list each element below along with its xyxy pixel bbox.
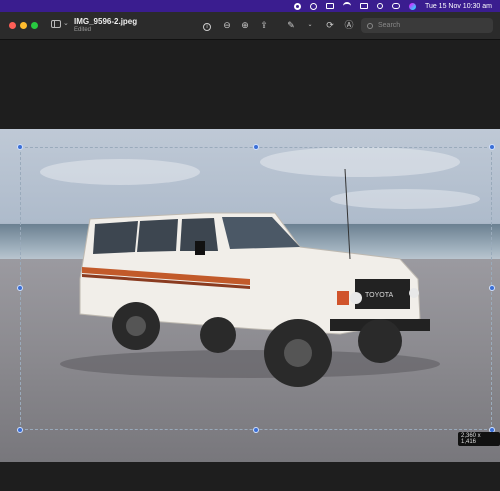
annotate-icon[interactable]: Ⓐ [344,20,354,30]
share-icon[interactable]: ⇪ [259,20,269,30]
minimize-button[interactable] [20,22,27,29]
document-title[interactable]: IMG_9596-2.jpeg [74,17,137,26]
markup-icon[interactable]: ✎ [286,20,296,30]
magnifier-icon [367,22,373,29]
selection-handle-bottom[interactable] [253,427,259,433]
control-center-icon[interactable] [391,0,400,12]
zoom-button[interactable] [31,22,38,29]
screen-record-icon[interactable] [293,0,301,12]
selection-dimensions: 2,360 x 1,416 [458,432,500,446]
info-icon[interactable]: i [202,20,212,31]
selection-handle-top[interactable] [253,144,259,150]
keyboard-icon[interactable] [359,0,368,12]
search-placeholder: Search [378,22,401,29]
selection-handle-top-right[interactable] [489,144,495,150]
search-icon[interactable] [376,0,383,12]
selection-handle-bottom-left[interactable] [17,427,23,433]
window-toolbar: ⌄ IMG_9596-2.jpeg Edited i ⊖ ⊕ ⇪ ✎ ⌄ ⟳ Ⓐ… [0,12,500,40]
sidebar-toggle-icon[interactable] [51,20,61,28]
menu-bar: Tue 15 Nov 10:30 am [0,0,500,12]
selection-rectangle[interactable] [20,147,492,430]
search-field[interactable]: Search [361,18,493,33]
selection-handle-top-left[interactable] [17,144,23,150]
chevron-down-icon[interactable]: ⌄ [305,20,315,30]
zoom-in-icon[interactable]: ⊕ [240,20,250,30]
rotate-icon[interactable]: ⟳ [325,20,335,30]
close-button[interactable] [9,22,16,29]
wifi-icon[interactable] [342,0,351,12]
play-icon[interactable] [309,0,317,12]
selection-handle-right[interactable] [489,285,495,291]
selection-handle-left[interactable] [17,285,23,291]
menu-clock[interactable]: Tue 15 Nov 10:30 am [425,0,492,12]
document-status: Edited [74,27,92,33]
display-icon[interactable] [325,0,334,12]
zoom-out-icon[interactable]: ⊖ [222,20,232,30]
siri-icon[interactable] [408,0,416,12]
chevron-down-icon[interactable]: ⌄ [63,19,69,27]
